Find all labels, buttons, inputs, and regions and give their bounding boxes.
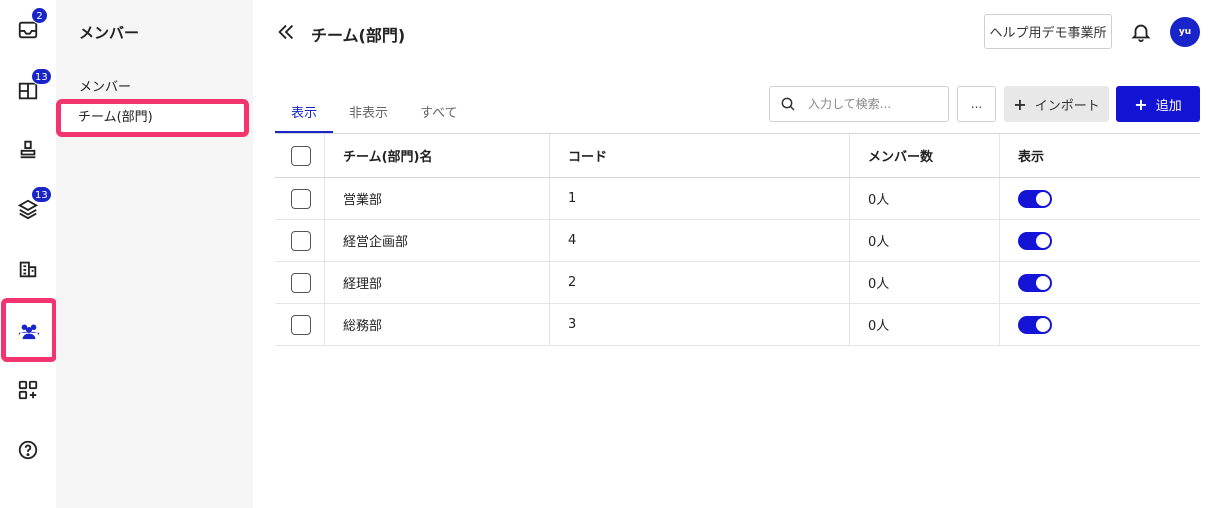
- select-all-cell: [275, 134, 325, 177]
- help-company-button[interactable]: ヘルプ用デモ事業所: [984, 14, 1112, 49]
- column-header-name[interactable]: チーム(部門)名: [325, 134, 550, 177]
- team-code: 2: [550, 262, 850, 303]
- icon-rail: 2 13 13: [0, 0, 57, 508]
- tab-hidden[interactable]: 非表示: [333, 88, 404, 133]
- select-all-checkbox[interactable]: [291, 145, 311, 166]
- teams-table: チーム(部門)名 コード メンバー数 表示 営業部 1 0人 経営企画部 4 0…: [275, 133, 1200, 346]
- members-subnav: メンバー メンバー チーム(部門): [56, 0, 253, 508]
- rail-layers[interactable]: 13: [0, 185, 56, 233]
- column-header-code[interactable]: コード: [550, 134, 850, 177]
- add-label: 追加: [1155, 98, 1182, 114]
- team-member-count: 0人: [850, 262, 1000, 303]
- board-badge: 13: [31, 68, 52, 85]
- rail-board[interactable]: 13: [0, 67, 56, 115]
- team-name[interactable]: 経理部: [325, 262, 550, 303]
- row-checkbox[interactable]: [291, 230, 311, 251]
- import-label: インポート: [1034, 98, 1100, 114]
- row-checkbox[interactable]: [291, 188, 311, 209]
- visibility-toggle[interactable]: [1018, 231, 1052, 250]
- visibility-cell: [1000, 178, 1200, 219]
- help-icon: [18, 440, 38, 460]
- column-header-member-count[interactable]: メンバー数: [850, 134, 1000, 177]
- row-check-cell: [275, 304, 325, 345]
- search-box: [769, 86, 949, 122]
- layers-badge: 13: [31, 186, 52, 203]
- rail-members[interactable]: [1, 298, 57, 362]
- row-check-cell: [275, 262, 325, 303]
- avatar[interactable]: yu: [1170, 17, 1200, 47]
- visibility-toggle[interactable]: [1018, 189, 1052, 208]
- more-button[interactable]: ...: [957, 86, 996, 122]
- import-button[interactable]: + インポート: [1004, 86, 1109, 122]
- subnav-item-teams[interactable]: チーム(部門): [56, 99, 249, 137]
- search-input[interactable]: [808, 97, 938, 111]
- table-header-row: チーム(部門)名 コード メンバー数 表示: [275, 134, 1200, 178]
- visibility-cell: [1000, 304, 1200, 345]
- rail-inbox[interactable]: 2: [0, 6, 56, 54]
- row-check-cell: [275, 178, 325, 219]
- stamp-icon: [20, 140, 36, 159]
- visibility-cell: [1000, 262, 1200, 303]
- plus-icon: +: [1013, 94, 1027, 114]
- building-icon: [19, 261, 37, 278]
- team-member-count: 0人: [850, 220, 1000, 261]
- team-code: 4: [550, 220, 850, 261]
- row-check-cell: [275, 220, 325, 261]
- search-icon: [781, 97, 795, 111]
- table-row[interactable]: 経理部 2 0人: [275, 262, 1200, 304]
- plus-icon: +: [1134, 94, 1148, 114]
- add-app-icon: [18, 380, 38, 400]
- subnav-item-members[interactable]: メンバー: [79, 76, 131, 95]
- rail-help[interactable]: [0, 426, 56, 474]
- table-row[interactable]: 営業部 1 0人: [275, 178, 1200, 220]
- visibility-cell: [1000, 220, 1200, 261]
- tab-all[interactable]: すべて: [404, 88, 474, 133]
- inbox-badge: 2: [31, 7, 48, 24]
- collapse-sidebar-icon[interactable]: [275, 21, 297, 43]
- add-button[interactable]: + 追加: [1116, 86, 1200, 122]
- visibility-toggle[interactable]: [1018, 315, 1052, 334]
- table-row[interactable]: 総務部 3 0人: [275, 304, 1200, 346]
- subnav-title: メンバー: [79, 24, 140, 42]
- row-checkbox[interactable]: [291, 272, 311, 293]
- rail-apps[interactable]: [0, 366, 56, 414]
- members-icon: [18, 324, 40, 340]
- team-name[interactable]: 営業部: [325, 178, 550, 219]
- team-member-count: 0人: [850, 178, 1000, 219]
- tab-shown[interactable]: 表示: [275, 88, 334, 133]
- row-checkbox[interactable]: [291, 314, 311, 335]
- main-content: チーム(部門) ヘルプ用デモ事業所 yu 表示 非表示 すべて ... + イン…: [253, 0, 1217, 508]
- rail-building[interactable]: [0, 245, 56, 293]
- column-header-visibility[interactable]: 表示: [1000, 134, 1200, 177]
- team-member-count: 0人: [850, 304, 1000, 345]
- rail-stamp[interactable]: [0, 125, 56, 173]
- page-title: チーム(部門): [311, 26, 406, 45]
- table-row[interactable]: 経営企画部 4 0人: [275, 220, 1200, 262]
- team-name[interactable]: 経営企画部: [325, 220, 550, 261]
- team-name[interactable]: 総務部: [325, 304, 550, 345]
- visibility-toggle[interactable]: [1018, 273, 1052, 292]
- team-code: 1: [550, 178, 850, 219]
- team-code: 3: [550, 304, 850, 345]
- visibility-tabs: 表示 非表示 すべて: [275, 88, 474, 133]
- bell-icon[interactable]: [1130, 21, 1152, 43]
